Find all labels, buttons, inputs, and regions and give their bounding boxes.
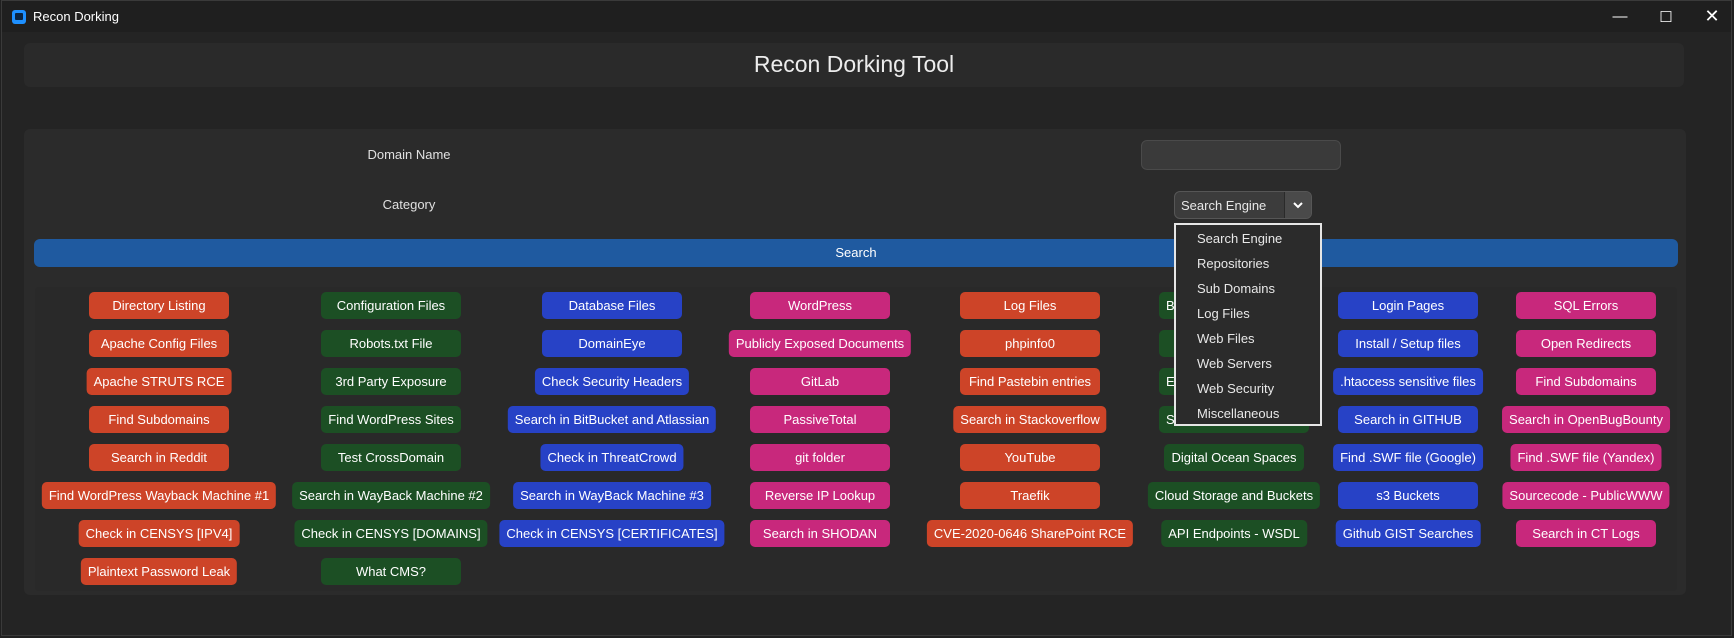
dork-button[interactable]: phpinfo0: [960, 330, 1100, 357]
dork-button[interactable]: Directory Listing: [89, 292, 229, 319]
dork-button[interactable]: Plaintext Password Leak: [80, 558, 238, 585]
dork-button[interactable]: Search in Stackoverflow: [953, 406, 1107, 433]
dropdown-option[interactable]: Repositories: [1176, 251, 1320, 276]
dork-button[interactable]: Search in BitBucket and Atlassian: [507, 406, 717, 433]
maximize-icon[interactable]: ☐: [1643, 1, 1689, 32]
header-panel: Recon Dorking Tool: [24, 43, 1684, 87]
page-title: Recon Dorking Tool: [753, 51, 955, 77]
dork-button[interactable]: Search in Reddit: [89, 444, 229, 471]
dork-button[interactable]: Open Redirects: [1516, 330, 1656, 357]
dork-button[interactable]: Database Files: [542, 292, 682, 319]
dork-button[interactable]: Find Subdomains: [1516, 368, 1656, 395]
dork-button[interactable]: Find Subdomains: [89, 406, 229, 433]
dork-button[interactable]: Apache STRUTS RCE: [86, 368, 232, 395]
dork-button[interactable]: Find .SWF file (Yandex): [1510, 444, 1662, 471]
dropdown-option[interactable]: Search Engine: [1176, 226, 1320, 251]
dork-button[interactable]: Github GIST Searches: [1335, 520, 1481, 547]
dork-button[interactable]: SQL Errors: [1516, 292, 1656, 319]
dork-button[interactable]: GitLab: [750, 368, 890, 395]
dork-button[interactable]: Find WordPress Sites: [321, 406, 461, 433]
dork-button[interactable]: Log Files: [960, 292, 1100, 319]
dork-button[interactable]: Search in GITHUB: [1338, 406, 1478, 433]
dork-button[interactable]: CVE-2020-0646 SharePoint RCE: [926, 520, 1134, 547]
dork-button[interactable]: Find Pastebin entries: [960, 368, 1100, 395]
dork-button[interactable]: WordPress: [750, 292, 890, 319]
app-icon: [12, 9, 26, 24]
dork-button[interactable]: Traefik: [960, 482, 1100, 509]
dork-button[interactable]: .htaccess sensitive files: [1333, 368, 1483, 395]
dork-button[interactable]: Check Security Headers: [534, 368, 690, 395]
dork-button[interactable]: Search in SHODAN: [750, 520, 890, 547]
category-select[interactable]: Search Engine: [1174, 191, 1312, 219]
dork-button[interactable]: Apache Config Files: [89, 330, 229, 357]
dork-button[interactable]: Search in WayBack Machine #3: [513, 482, 711, 509]
dork-button[interactable]: Publicly Exposed Documents: [728, 330, 912, 357]
dork-button[interactable]: Find .SWF file (Google): [1333, 444, 1483, 471]
dork-button[interactable]: Reverse IP Lookup: [750, 482, 890, 509]
dork-button[interactable]: Find WordPress Wayback Machine #1: [41, 482, 277, 509]
dork-button[interactable]: Cloud Storage and Buckets: [1147, 482, 1321, 509]
dropdown-option[interactable]: Sub Domains: [1176, 276, 1320, 301]
dork-button[interactable]: Check in CENSYS [IPV4]: [78, 520, 240, 547]
dork-button[interactable]: Search in OpenBugBounty: [1502, 406, 1670, 433]
dork-button[interactable]: 3rd Party Exposure: [321, 368, 461, 395]
dork-button[interactable]: Check in ThreatCrowd: [540, 444, 684, 471]
dork-button[interactable]: What CMS?: [321, 558, 461, 585]
dork-button[interactable]: Check in CENSYS [CERTIFICATES]: [499, 520, 725, 547]
dropdown-option[interactable]: Log Files: [1176, 301, 1320, 326]
title-bar: Recon Dorking — ☐ ✕: [2, 1, 1731, 32]
dork-button[interactable]: API Endpoints - WSDL: [1161, 520, 1307, 547]
category-label: Category: [382, 197, 436, 212]
dork-button[interactable]: Login Pages: [1338, 292, 1478, 319]
dork-button[interactable]: Search in CT Logs: [1516, 520, 1656, 547]
dork-button[interactable]: Check in CENSYS [DOMAINS]: [294, 520, 488, 547]
dork-button[interactable]: Digital Ocean Spaces: [1164, 444, 1304, 471]
domain-name-input[interactable]: [1141, 140, 1341, 170]
dork-button[interactable]: s3 Buckets: [1338, 482, 1478, 509]
dork-button[interactable]: PassiveTotal: [750, 406, 890, 433]
dork-button[interactable]: Sourcecode - PublicWWW: [1502, 482, 1670, 509]
chevron-down-icon[interactable]: [1284, 192, 1311, 218]
dropdown-option[interactable]: Web Servers: [1176, 351, 1320, 376]
dork-button[interactable]: Install / Setup files: [1338, 330, 1478, 357]
dork-button[interactable]: Robots.txt File: [321, 330, 461, 357]
dropdown-option[interactable]: Web Files: [1176, 326, 1320, 351]
app-window: Recon Dorking — ☐ ✕ Recon Dorking Tool D…: [1, 0, 1732, 636]
domain-name-label: Domain Name: [367, 147, 451, 162]
dropdown-option[interactable]: Miscellaneous: [1176, 401, 1320, 426]
dork-button[interactable]: DomainEye: [542, 330, 682, 357]
dork-button[interactable]: Test CrossDomain: [321, 444, 461, 471]
category-dropdown: Search Engine Repositories Sub Domains Log …: [1174, 223, 1322, 426]
dork-buttons-panel: Directory Listing Apache Config Files Apac…: [35, 287, 1677, 591]
search-button[interactable]: Search: [34, 239, 1678, 267]
dork-button[interactable]: git folder: [750, 444, 890, 471]
dork-button[interactable]: Configuration Files: [321, 292, 461, 319]
dork-button[interactable]: YouTube: [960, 444, 1100, 471]
window-title: Recon Dorking: [33, 9, 119, 24]
minimize-icon[interactable]: —: [1597, 1, 1643, 32]
dropdown-option[interactable]: Web Security: [1176, 376, 1320, 401]
close-icon[interactable]: ✕: [1689, 1, 1734, 32]
category-selected-value: Search Engine: [1181, 197, 1267, 213]
dork-button[interactable]: Search in WayBack Machine #2: [292, 482, 490, 509]
